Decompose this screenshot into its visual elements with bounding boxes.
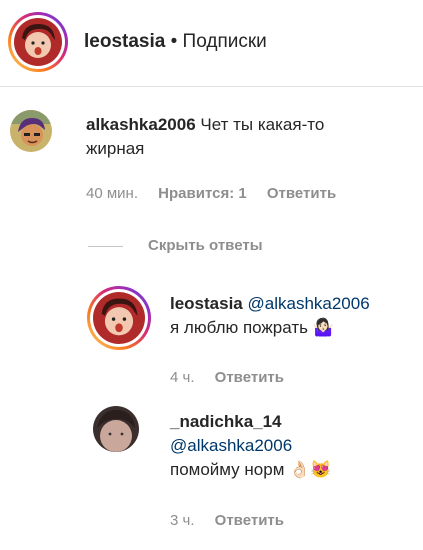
- reply-1-reply-button[interactable]: Ответить: [215, 369, 284, 386]
- comment-text-line2: жирная: [86, 139, 145, 158]
- comment-time: 40 мин.: [86, 185, 138, 202]
- comment-username[interactable]: alkashka2006: [86, 115, 196, 134]
- reply-1-avatar: [93, 292, 145, 344]
- hide-replies-button[interactable]: Скрыть ответы: [148, 237, 263, 254]
- reply-2-mention[interactable]: @alkashka2006: [170, 436, 292, 455]
- comment-likes[interactable]: Нравится: 1: [158, 185, 247, 202]
- reply-2-time: 3 ч.: [170, 512, 195, 529]
- header-separator: •: [170, 31, 178, 52]
- reply-1-mention[interactable]: @alkashka2006: [248, 294, 370, 313]
- reply-2-username[interactable]: _nadichka_14: [170, 412, 282, 431]
- reply-2-text: помойму норм 👌🏻😻: [170, 460, 332, 479]
- hide-replies-line: [88, 246, 123, 247]
- header-divider: [0, 86, 423, 87]
- header-username[interactable]: leostasia: [84, 31, 165, 52]
- reply-2-avatar[interactable]: [93, 406, 139, 452]
- reply-1-text: я люблю пожрать 🤷🏻‍♀️: [170, 318, 334, 337]
- reply-1-time: 4 ч.: [170, 369, 195, 386]
- avatar: [14, 18, 62, 66]
- story-ring[interactable]: [8, 12, 68, 72]
- reply-1-username[interactable]: leostasia: [170, 294, 243, 313]
- reply-2-reply-button[interactable]: Ответить: [215, 512, 284, 529]
- comment-avatar[interactable]: [10, 110, 52, 152]
- comment-text-line1: Чет ты какая-то: [200, 115, 325, 134]
- header-title: Подписки: [182, 31, 267, 52]
- comment-reply-button[interactable]: Ответить: [267, 185, 336, 202]
- reply-1-story-ring[interactable]: [87, 286, 151, 350]
- header-bar: leostasia • Подписки: [0, 0, 423, 86]
